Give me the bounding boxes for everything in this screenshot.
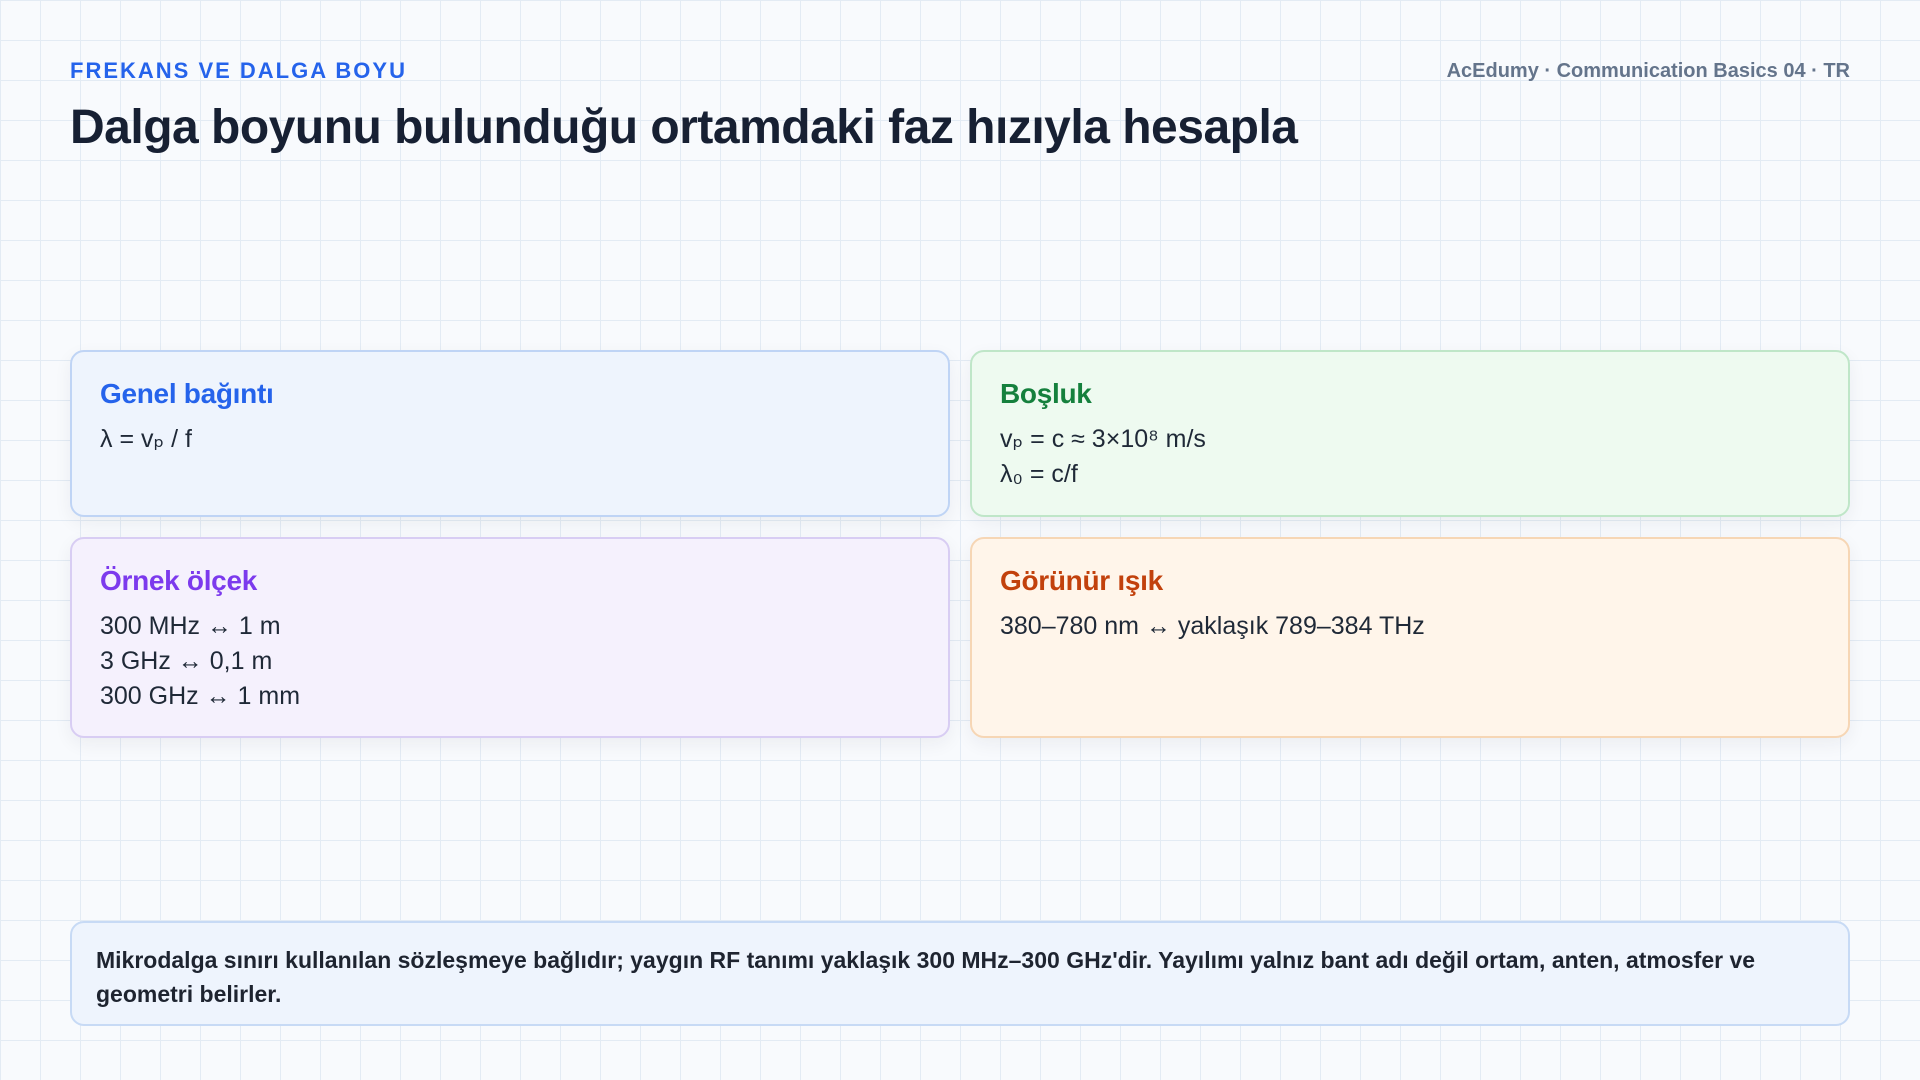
card-heading: Boşluk <box>1000 378 1092 409</box>
scale-line: 3 GHz ↔ 0,1 m <box>100 647 273 675</box>
card-example-scale: Örnek ölçek 300 MHz ↔ 1 m 3 GHz ↔ 0,1 m … <box>70 537 950 738</box>
scale-line: 300 GHz ↔ 1 mm <box>100 682 301 710</box>
formula-line: λ = vₚ / f <box>100 425 192 453</box>
card-heading: Örnek ölçek <box>100 565 258 596</box>
card-heading: Görünür ışık <box>1000 565 1163 596</box>
section-eyebrow: FREKANS VE DALGA BOYU <box>70 58 407 83</box>
course-brand: AcEdumy · Communication Basics 04 · TR <box>1446 60 1850 82</box>
scale-line: 300 MHz ↔ 1 m <box>100 612 281 640</box>
range-line: 380–780 nm ↔ yaklaşık 789–384 THz <box>1000 612 1425 640</box>
page-title: Dalga boyunu bulunduğu ortamdaki faz hız… <box>70 101 1298 154</box>
formula-line: vₚ = c ≈ 3×10⁸ m/s <box>1000 425 1206 453</box>
footnote-box: Mikrodalga sınırı kullanılan sözleşmeye … <box>70 921 1850 1026</box>
card-vacuum: Boşluk vₚ = c ≈ 3×10⁸ m/s λ₀ = c/f <box>970 350 1850 517</box>
card-general-relation: Genel bağıntı λ = vₚ / f <box>70 350 950 517</box>
formula-line: λ₀ = c/f <box>1000 460 1078 488</box>
card-visible-light: Görünür ışık 380–780 nm ↔ yaklaşık 789–3… <box>970 537 1850 738</box>
card-heading: Genel bağıntı <box>100 378 274 409</box>
